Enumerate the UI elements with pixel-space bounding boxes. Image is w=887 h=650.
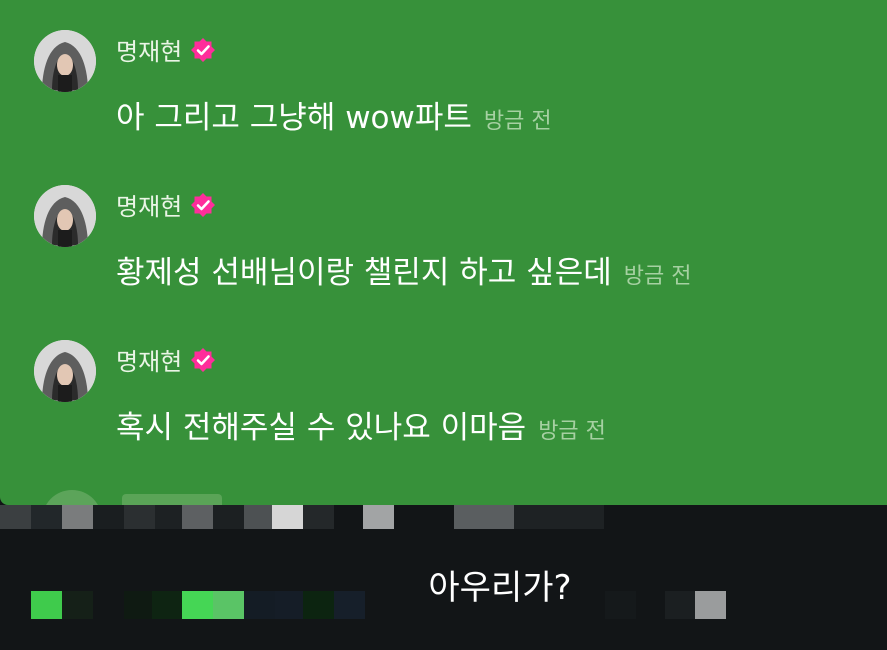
chat-message: 명재현 아 그리고 그냥해 wow파트 방금 전 bbox=[0, 0, 887, 150]
mosaic-block bbox=[303, 505, 334, 529]
message-timestamp: 방금 전 bbox=[483, 109, 552, 134]
avatar-photo bbox=[34, 30, 96, 92]
mosaic-block bbox=[213, 505, 244, 529]
mosaic-block bbox=[93, 505, 124, 529]
verified-badge-icon bbox=[191, 37, 216, 62]
mosaic-block bbox=[0, 505, 31, 529]
message-timestamp: 방금 전 bbox=[538, 419, 606, 444]
avatar[interactable] bbox=[34, 30, 96, 92]
avatar-photo bbox=[34, 185, 96, 247]
mosaic-block bbox=[272, 505, 303, 529]
verified-badge-icon bbox=[191, 347, 216, 372]
username[interactable]: 명재현 bbox=[116, 187, 182, 222]
username[interactable]: 명재현 bbox=[116, 342, 182, 377]
message-timestamp: 방금 전 bbox=[623, 264, 692, 289]
username[interactable]: 명재현 bbox=[116, 32, 182, 67]
mosaic-block bbox=[31, 505, 62, 529]
mosaic-block bbox=[363, 505, 394, 529]
live-chat-area: 명재현 아 그리고 그냥해 wow파트 방금 전 명재현 황제성 선배님이랑 챌… bbox=[0, 0, 887, 505]
chat-message: 명재현 황제성 선배님이랑 챌린지 하고 싶은데 방금 전 bbox=[0, 155, 887, 305]
avatar-photo bbox=[34, 340, 96, 402]
mosaic-block bbox=[62, 505, 93, 529]
mosaic-block bbox=[182, 505, 213, 529]
mosaic-block bbox=[454, 505, 514, 529]
mosaic-block bbox=[124, 505, 155, 529]
chat-message: 명재현 혹시 전해주실 수 있나요 이마음 방금 전 bbox=[0, 310, 887, 460]
next-message-partial bbox=[36, 490, 636, 505]
mosaic-block bbox=[244, 505, 275, 529]
message-text: 아 그리고 그냥해 wow파트 bbox=[116, 100, 472, 136]
verified-badge-icon bbox=[191, 192, 216, 217]
message-text: 황제성 선배님이랑 챌린지 하고 싶은데 bbox=[116, 255, 612, 291]
faded-avatar bbox=[42, 490, 102, 505]
avatar[interactable] bbox=[34, 340, 96, 402]
mosaic-block bbox=[514, 505, 604, 529]
subtitle-caption: 아우리가? bbox=[428, 568, 572, 608]
avatar[interactable] bbox=[34, 185, 96, 247]
message-text: 혹시 전해주실 수 있나요 이마음 bbox=[116, 410, 527, 446]
faded-username bbox=[122, 494, 222, 505]
